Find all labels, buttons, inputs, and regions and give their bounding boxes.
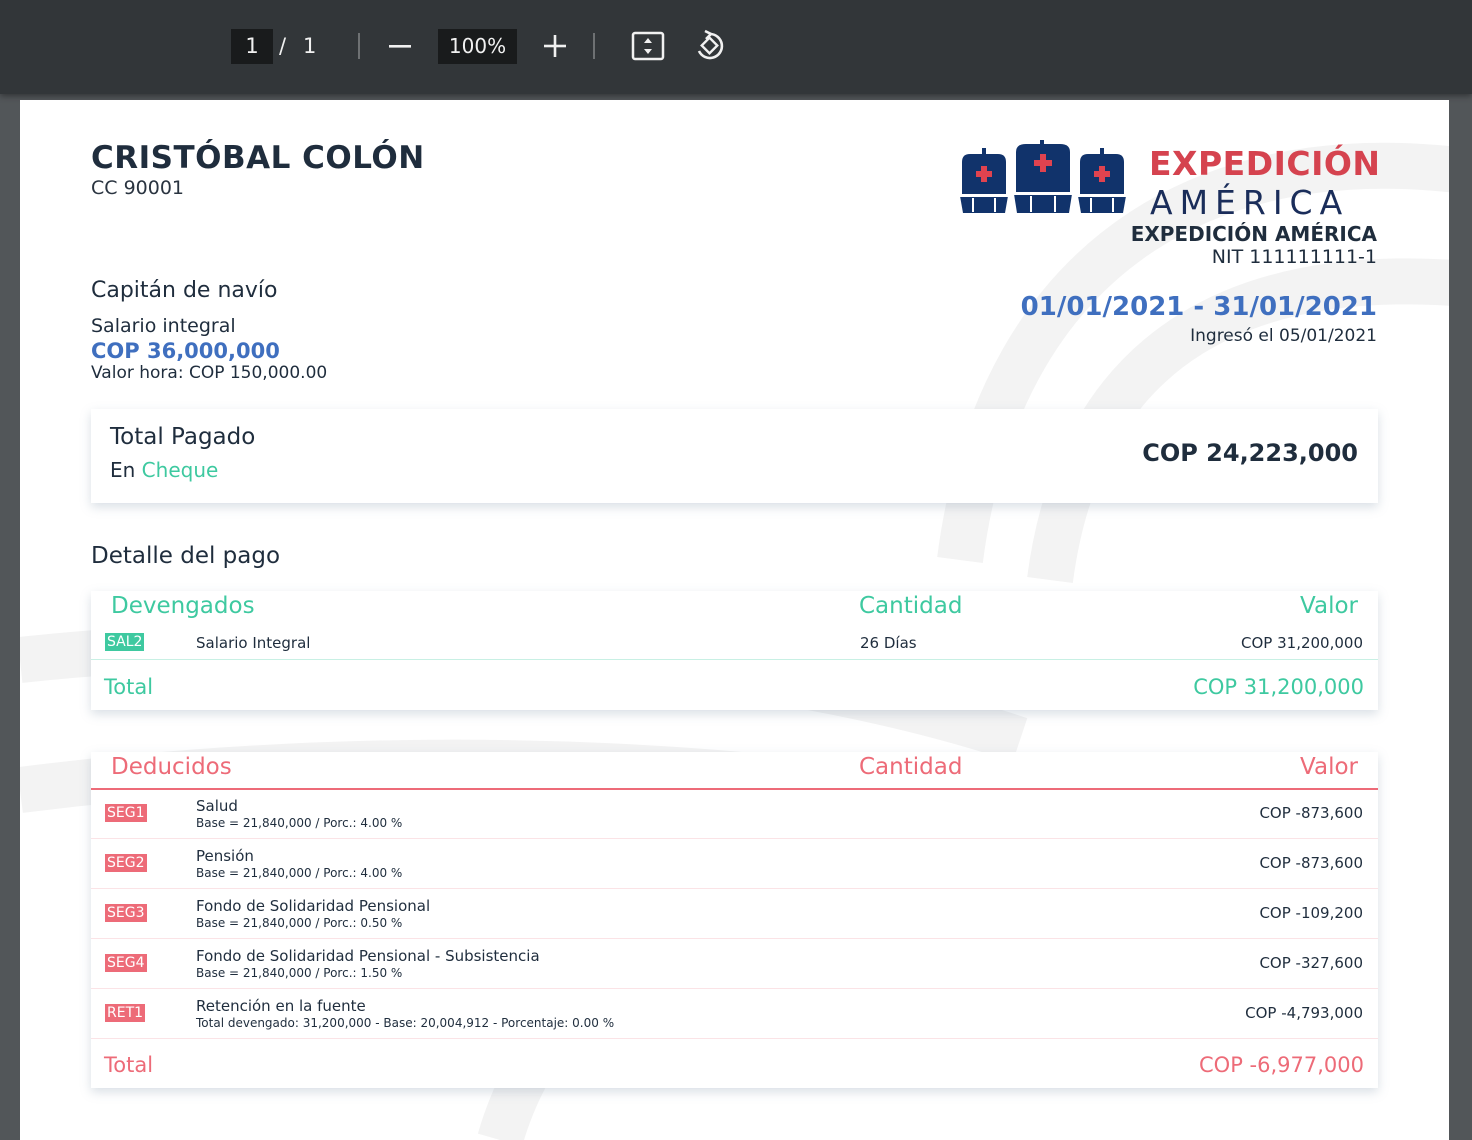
fit-page-button[interactable] xyxy=(628,26,668,66)
concept-code-badge: SEG3 xyxy=(105,904,147,922)
toolbar-divider xyxy=(358,33,360,59)
minus-icon xyxy=(389,45,411,48)
total-paid-amount: COP 24,223,000 xyxy=(1142,439,1358,467)
payslip-page: CRISTÓBAL COLÓN CC 90001 Capitán de naví… xyxy=(20,100,1449,1140)
row-divider xyxy=(91,888,1378,889)
total-paid-label: Total Pagado xyxy=(110,424,256,450)
accruals-header: Devengados xyxy=(111,593,255,619)
concept-value: COP -4,793,000 xyxy=(1245,1004,1363,1022)
concept-name: Retención en la fuente xyxy=(196,997,366,1015)
concept-name: Pensión xyxy=(196,847,254,865)
accruals-total-value: COP 31,200,000 xyxy=(1193,675,1364,699)
pay-period: 01/01/2021 - 31/01/2021 xyxy=(1020,292,1377,322)
row-divider xyxy=(91,938,1378,939)
zoom-out-button[interactable] xyxy=(380,26,420,66)
payment-method-value: Cheque xyxy=(141,458,219,482)
deductions-header: Deducidos xyxy=(111,754,232,780)
zoom-level-input[interactable]: 100% xyxy=(438,29,517,64)
employee-id: CC 90001 xyxy=(91,177,185,199)
deductions-qty-header: Cantidad xyxy=(859,754,963,780)
concept-detail: Base = 21,840,000 / Porc.: 0.50 % xyxy=(196,916,403,930)
concept-value: COP 31,200,000 xyxy=(1241,634,1363,652)
plus-icon xyxy=(544,35,566,57)
row-divider xyxy=(91,988,1378,989)
zoom-in-button[interactable] xyxy=(535,26,575,66)
salary-amount: COP 36,000,000 xyxy=(91,339,280,363)
company-nit: NIT 111111111-1 xyxy=(1211,246,1377,268)
concept-code-badge: SEG1 xyxy=(105,804,147,822)
concept-detail: Base = 21,840,000 / Porc.: 4.00 % xyxy=(196,816,403,830)
page-number-input[interactable]: 1 xyxy=(231,29,273,64)
pdf-toolbar: 1 / 1 100% xyxy=(0,0,1472,94)
concept-name: Salario Integral xyxy=(196,634,311,652)
concept-value: COP -873,600 xyxy=(1259,804,1363,822)
concept-name: Salud xyxy=(196,797,238,815)
concept-code-badge: SAL2 xyxy=(105,633,145,651)
rotate-icon xyxy=(697,29,724,60)
concept-name: Fondo de Solidaridad Pensional xyxy=(196,897,431,915)
concept-value: COP -873,600 xyxy=(1259,854,1363,872)
payment-method-prefix: En xyxy=(110,458,136,482)
page-count: 1 xyxy=(303,34,317,58)
hour-value: Valor hora: COP 150,000.00 xyxy=(91,363,328,383)
concept-quantity: 26 Días xyxy=(860,634,917,652)
concept-value: COP -327,600 xyxy=(1259,954,1363,972)
employee-name: CRISTÓBAL COLÓN xyxy=(91,140,425,176)
concept-detail: Total devengado: 31,200,000 - Base: 20,0… xyxy=(196,1016,615,1030)
salary-type: Salario integral xyxy=(91,315,236,337)
row-divider xyxy=(91,838,1378,839)
row-divider xyxy=(91,659,1378,660)
concept-detail: Base = 21,840,000 / Porc.: 4.00 % xyxy=(196,866,403,880)
brand-name-line2: AMÉRICA xyxy=(1150,183,1350,222)
toolbar-divider xyxy=(593,33,595,59)
accruals-qty-header: Cantidad xyxy=(859,593,963,619)
deductions-value-header: Valor xyxy=(1300,754,1358,780)
concept-value: COP -109,200 xyxy=(1259,904,1363,922)
payment-detail-title: Detalle del pago xyxy=(91,543,281,569)
hire-date: Ingresó el 05/01/2021 xyxy=(1190,326,1377,346)
concept-code-badge: SEG4 xyxy=(105,954,147,972)
rotate-button[interactable] xyxy=(690,26,730,66)
deductions-total-value: COP -6,977,000 xyxy=(1199,1053,1364,1077)
company-name: EXPEDICIÓN AMÉRICA xyxy=(1130,222,1377,246)
row-divider xyxy=(91,1038,1378,1039)
ships-logo-icon xyxy=(960,140,1126,213)
concept-code-badge: SEG2 xyxy=(105,854,147,872)
accruals-table: Devengados Cantidad Valor SAL2 Salario I… xyxy=(91,591,1378,710)
fit-to-page-icon xyxy=(631,31,665,61)
concept-name: Fondo de Solidaridad Pensional - Subsist… xyxy=(196,947,540,965)
accruals-total-label: Total xyxy=(104,675,154,699)
total-paid-card: Total Pagado En Cheque COP 24,223,000 xyxy=(91,409,1378,503)
payment-method: En Cheque xyxy=(110,458,218,482)
page-separator: / xyxy=(279,34,287,58)
job-title: Capitán de navío xyxy=(91,278,278,303)
deductions-table: Deducidos Cantidad Valor SEG1 Salud Base… xyxy=(91,752,1378,1088)
concept-detail: Base = 21,840,000 / Porc.: 1.50 % xyxy=(196,966,403,980)
deductions-total-label: Total xyxy=(104,1053,154,1077)
brand-name-line1: EXPEDICIÓN xyxy=(1149,144,1381,183)
header-underline xyxy=(91,788,1378,790)
concept-code-badge: RET1 xyxy=(105,1004,146,1022)
accruals-value-header: Valor xyxy=(1300,593,1358,619)
